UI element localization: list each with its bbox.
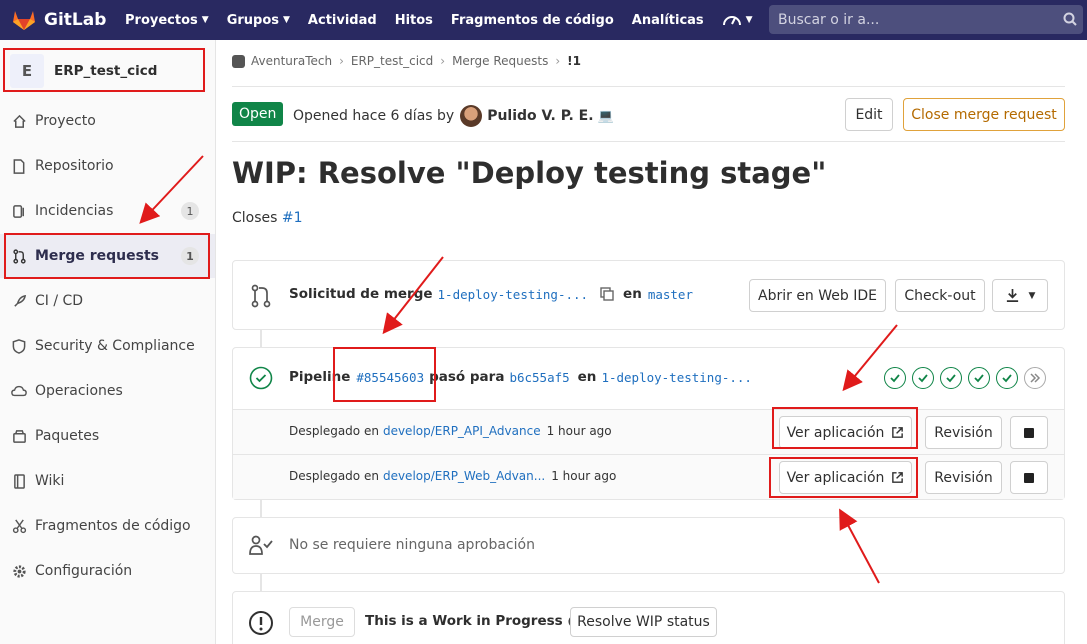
annotation-arrow (839, 508, 880, 584)
annotation-arrow (139, 155, 204, 224)
annotation-arrows (139, 155, 898, 584)
annotation-arrow (842, 324, 898, 392)
annotation-arrow (382, 256, 444, 335)
